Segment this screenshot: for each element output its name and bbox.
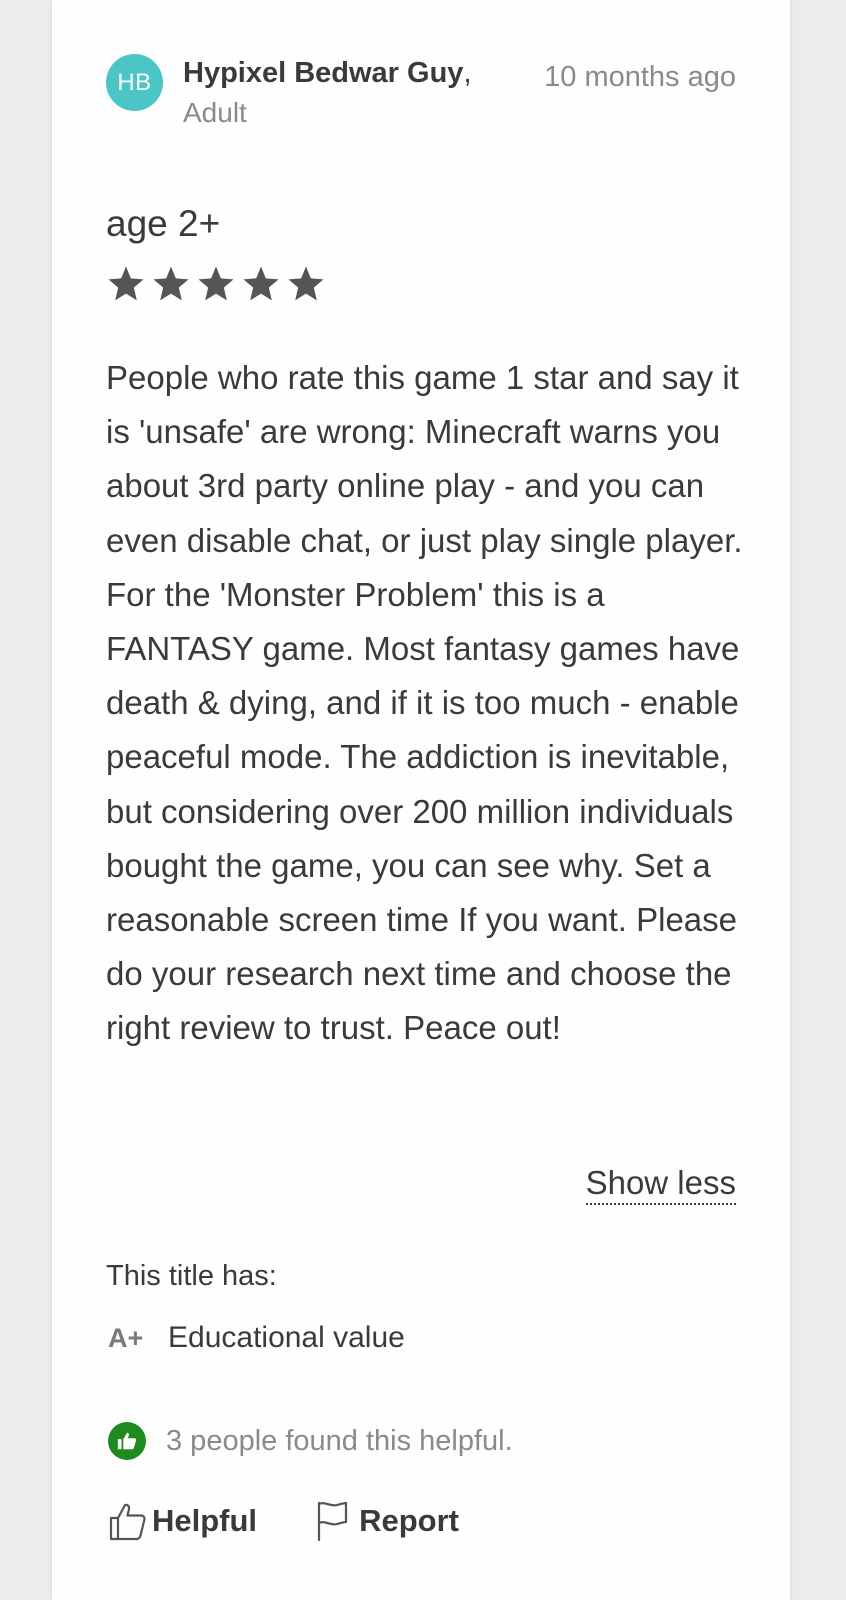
author-line: Hypixel Bedwar Guy, xyxy=(183,56,472,90)
review-timestamp: 10 months ago xyxy=(544,61,736,93)
helpful-count-text: 3 people found this helpful. xyxy=(166,1425,513,1457)
thumbs-up-outline-icon xyxy=(109,1503,146,1541)
report-button-label: Report xyxy=(359,1503,459,1538)
star-icon xyxy=(198,266,234,301)
star-icon xyxy=(153,266,189,301)
attributes-heading: This title has: xyxy=(106,1260,277,1292)
flag-icon xyxy=(317,1501,348,1542)
star-icon xyxy=(243,266,279,301)
review-body: People who rate this game 1 star and say… xyxy=(106,359,743,1047)
review-actions: Helpful Report xyxy=(108,1500,459,1542)
attribute-label: Educational value xyxy=(168,1321,405,1354)
thumbs-up-badge-icon xyxy=(108,1422,146,1460)
report-button[interactable]: Report xyxy=(315,1500,459,1542)
author-role: Adult xyxy=(183,97,247,128)
age-rating: age 2+ xyxy=(106,203,221,244)
author-avatar: HB xyxy=(106,54,163,111)
star-icon xyxy=(108,266,144,301)
attribute-item: A+ Educational value xyxy=(108,1320,405,1356)
author-separator: , xyxy=(463,57,472,89)
star-rating xyxy=(106,264,326,304)
helpful-button[interactable]: Helpful xyxy=(108,1500,257,1542)
star-icon xyxy=(288,266,324,301)
helpful-button-label: Helpful xyxy=(152,1503,258,1538)
author-name[interactable]: Hypixel Bedwar Guy xyxy=(183,57,463,89)
helpful-summary: 3 people found this helpful. xyxy=(108,1422,513,1460)
review-card: HB Hypixel Bedwar Guy, Adult 10 months a… xyxy=(52,0,790,1600)
show-less-link[interactable]: Show less xyxy=(585,1163,736,1205)
a-plus-icon: A+ xyxy=(108,1322,144,1353)
